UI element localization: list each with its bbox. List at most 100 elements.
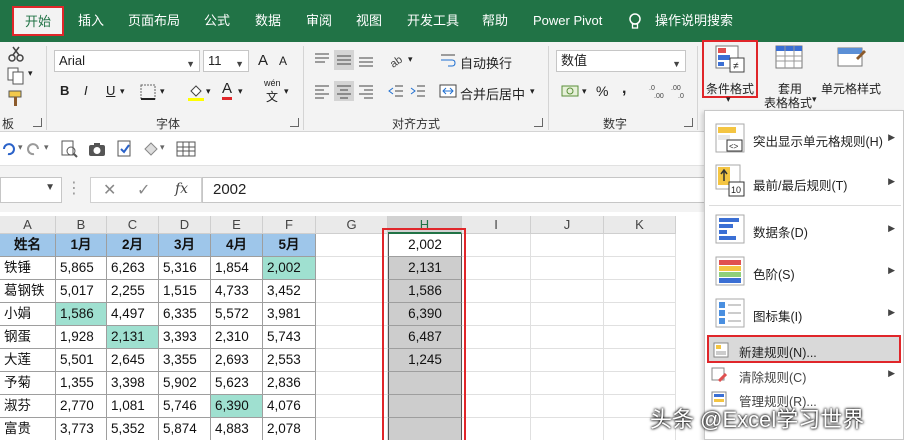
redo-dropdown[interactable]: ▾ bbox=[44, 142, 49, 153]
menu-item-highlight-rules[interactable]: <> 突出显示单元格规则(H) ▶ bbox=[705, 119, 904, 157]
table-cell[interactable]: 3,452 bbox=[263, 280, 316, 303]
empty-cell[interactable] bbox=[316, 234, 388, 257]
table-cell[interactable]: 5,017 bbox=[56, 280, 107, 303]
table-cell[interactable]: 5,902 bbox=[159, 372, 211, 395]
table-header-cell[interactable]: 5月 bbox=[263, 234, 316, 257]
borders-dropdown[interactable]: ▾ bbox=[160, 86, 165, 97]
font-size-combo[interactable]: 11 ▼ bbox=[203, 50, 249, 72]
table-cell[interactable]: 3,355 bbox=[159, 349, 211, 372]
tab-review[interactable]: 审阅 bbox=[306, 0, 332, 42]
column-header-k[interactable]: K bbox=[604, 216, 676, 234]
format-painter-icon[interactable] bbox=[6, 88, 26, 108]
orientation-icon[interactable]: ab bbox=[386, 50, 406, 70]
phonetic-button[interactable]: wén bbox=[264, 78, 281, 88]
increase-decimal-icon[interactable]: .0.00 bbox=[648, 81, 668, 101]
empty-cell[interactable] bbox=[462, 349, 531, 372]
cut-icon[interactable] bbox=[6, 44, 26, 64]
menu-item-color-scales[interactable]: 色阶(S) ▶ bbox=[705, 251, 904, 291]
copy-icon[interactable] bbox=[6, 66, 26, 86]
table-cell[interactable]: 5,746 bbox=[159, 395, 211, 418]
align-top-icon[interactable] bbox=[312, 50, 332, 70]
number-launcher[interactable] bbox=[684, 118, 693, 127]
tab-home[interactable]: 开始 bbox=[12, 6, 65, 36]
table-cell[interactable]: 葛钢铁 bbox=[0, 280, 56, 303]
fill-color-icon[interactable] bbox=[186, 82, 206, 102]
table-cell[interactable]: 2,836 bbox=[263, 372, 316, 395]
empty-cell[interactable] bbox=[604, 326, 676, 349]
empty-cell[interactable] bbox=[316, 372, 388, 395]
cell-styles-button[interactable]: 单元格样式 bbox=[818, 80, 884, 97]
alignment-launcher[interactable] bbox=[534, 118, 543, 127]
decrease-decimal-icon[interactable]: .00.0 bbox=[670, 81, 690, 101]
align-center-icon[interactable] bbox=[334, 81, 354, 101]
empty-cell[interactable] bbox=[316, 303, 388, 326]
empty-cell[interactable] bbox=[604, 372, 676, 395]
tab-power-pivot[interactable]: Power Pivot bbox=[533, 0, 602, 42]
tab-data[interactable]: 数据 bbox=[255, 0, 281, 42]
table-cell[interactable]: 1,586 bbox=[56, 303, 107, 326]
table-cell[interactable]: 2,002 bbox=[263, 257, 316, 280]
empty-cell[interactable] bbox=[604, 234, 676, 257]
accounting-format-icon[interactable] bbox=[560, 81, 580, 101]
table-cell[interactable]: 予菊 bbox=[0, 372, 56, 395]
merge-center-icon[interactable] bbox=[438, 81, 458, 101]
empty-cell[interactable] bbox=[316, 326, 388, 349]
table-cell[interactable]: 6,390 bbox=[211, 395, 263, 418]
empty-cell[interactable] bbox=[462, 326, 531, 349]
wrap-text-icon[interactable] bbox=[438, 50, 458, 70]
empty-cell[interactable] bbox=[531, 418, 604, 440]
table-cell[interactable]: 小娟 bbox=[0, 303, 56, 326]
font-color-button[interactable]: A bbox=[222, 81, 233, 100]
italic-button[interactable]: I bbox=[84, 83, 88, 98]
accounting-dropdown[interactable]: ▾ bbox=[582, 86, 587, 97]
table-cell[interactable]: 4,883 bbox=[211, 418, 263, 440]
merge-center-button[interactable]: 合并后居中 bbox=[460, 84, 525, 103]
empty-cell[interactable] bbox=[316, 418, 388, 440]
table-cell[interactable]: 2,131 bbox=[107, 326, 159, 349]
shrink-font-button[interactable]: A bbox=[279, 54, 287, 68]
column-header-a[interactable]: A bbox=[0, 216, 56, 234]
empty-cell[interactable] bbox=[316, 349, 388, 372]
empty-cell[interactable] bbox=[604, 280, 676, 303]
table-cell[interactable]: 2,255 bbox=[107, 280, 159, 303]
column-header-f[interactable]: F bbox=[263, 216, 316, 234]
orientation-dropdown[interactable]: ▾ bbox=[408, 54, 413, 65]
comma-button[interactable]: , bbox=[622, 80, 626, 98]
table-header-cell[interactable]: 姓名 bbox=[0, 234, 56, 257]
camera-icon[interactable] bbox=[88, 140, 106, 158]
table-cell[interactable]: 5,623 bbox=[211, 372, 263, 395]
column-header-i[interactable]: I bbox=[462, 216, 531, 234]
shape-fill-icon[interactable] bbox=[142, 140, 160, 158]
empty-cell[interactable] bbox=[462, 372, 531, 395]
shape-fill-dropdown[interactable]: ▾ bbox=[160, 142, 165, 153]
number-format-combo[interactable]: 数值 ▼ bbox=[556, 50, 686, 72]
insert-function-button[interactable]: fx bbox=[175, 181, 188, 197]
align-middle-icon[interactable] bbox=[334, 50, 354, 70]
grow-font-button[interactable]: A bbox=[258, 52, 268, 69]
empty-cell[interactable] bbox=[462, 303, 531, 326]
table-cell[interactable]: 3,773 bbox=[56, 418, 107, 440]
table-cell[interactable]: 2,553 bbox=[263, 349, 316, 372]
table-cell[interactable]: 2,645 bbox=[107, 349, 159, 372]
empty-cell[interactable] bbox=[316, 395, 388, 418]
undo-dropdown[interactable]: ▾ bbox=[18, 142, 23, 153]
check-document-icon[interactable] bbox=[116, 140, 134, 158]
empty-cell[interactable] bbox=[316, 280, 388, 303]
menu-item-new-rule[interactable]: 新建规则(N)... bbox=[707, 335, 901, 363]
empty-cell[interactable] bbox=[462, 234, 531, 257]
column-header-j[interactable]: J bbox=[531, 216, 604, 234]
table-cell[interactable]: 1,854 bbox=[211, 257, 263, 280]
fill-color-dropdown[interactable]: ▾ bbox=[206, 86, 211, 97]
column-header-g[interactable]: G bbox=[316, 216, 388, 234]
table-header-cell[interactable]: 3月 bbox=[159, 234, 211, 257]
empty-cell[interactable] bbox=[462, 418, 531, 440]
underline-button[interactable]: U bbox=[106, 83, 115, 98]
menu-item-icon-sets[interactable]: 图标集(I) ▶ bbox=[705, 293, 904, 333]
underline-dropdown[interactable]: ▾ bbox=[120, 86, 125, 97]
clipboard-launcher[interactable] bbox=[33, 118, 42, 127]
table-cell[interactable]: 4,733 bbox=[211, 280, 263, 303]
borders-icon[interactable] bbox=[138, 82, 158, 102]
table-cell[interactable]: 6,335 bbox=[159, 303, 211, 326]
column-header-c[interactable]: C bbox=[107, 216, 159, 234]
tab-formulas[interactable]: 公式 bbox=[204, 0, 230, 42]
